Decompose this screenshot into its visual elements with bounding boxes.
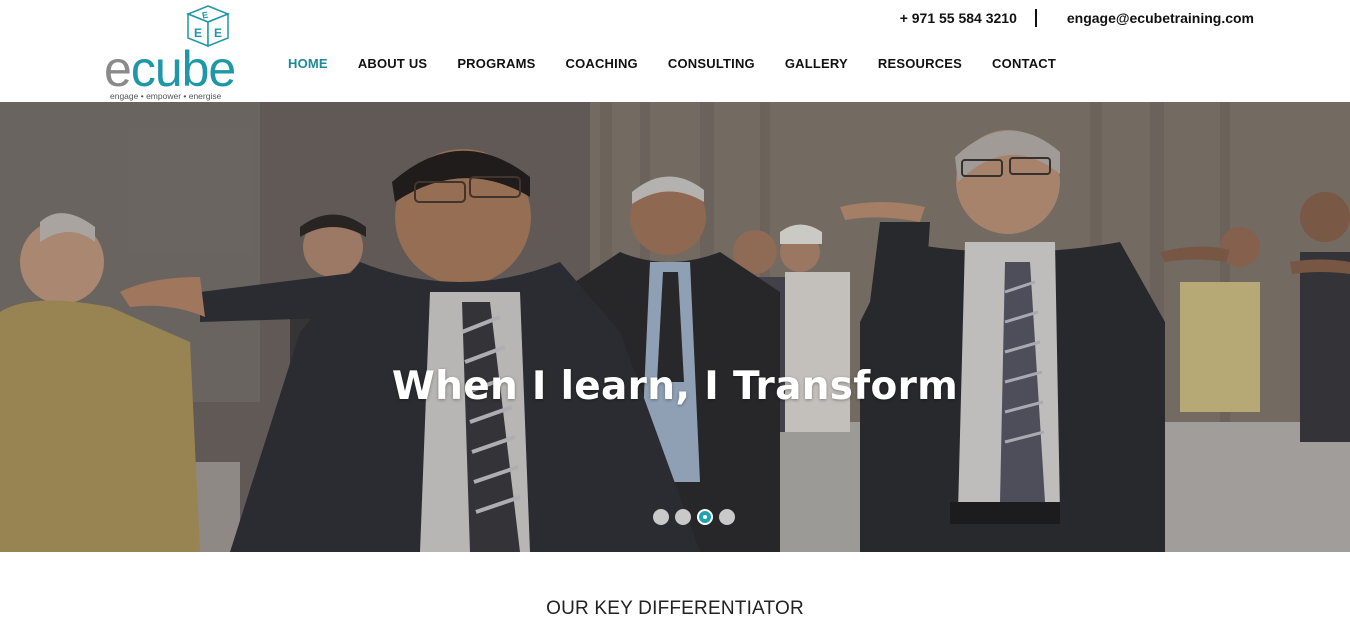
- nav-item-resources[interactable]: RESOURCES: [878, 56, 962, 72]
- main-nav: HOME ABOUT US PROGRAMS COACHING CONSULTI…: [288, 56, 1086, 72]
- nav-item-about-us[interactable]: ABOUT US: [358, 56, 428, 72]
- nav-item-contact[interactable]: CONTACT: [992, 56, 1056, 72]
- slider-dot-4[interactable]: [719, 509, 735, 525]
- svg-text:E: E: [214, 26, 222, 40]
- svg-text:E: E: [194, 26, 202, 40]
- hero-overlay: [0, 102, 1350, 552]
- logo-wordmark: ecube: [104, 41, 236, 97]
- logo-rest: cube: [130, 41, 236, 97]
- ecube-logo[interactable]: E E E ecube engage • empower • energise: [104, 4, 246, 102]
- slider-dots: [653, 509, 735, 525]
- hero-title: When I learn, I Transform: [391, 364, 959, 409]
- nav-item-coaching[interactable]: COACHING: [565, 56, 637, 72]
- contact-divider: [1034, 9, 1037, 27]
- logo-prefix: e: [104, 41, 132, 97]
- nav-item-home[interactable]: HOME: [288, 56, 328, 72]
- nav-item-programs[interactable]: PROGRAMS: [457, 56, 535, 72]
- logo-tagline: engage • empower • energise: [110, 91, 222, 101]
- slider-dot-2[interactable]: [675, 509, 691, 525]
- site-header: E E E ecube engage • empower • energise …: [0, 0, 1350, 102]
- nav-item-gallery[interactable]: GALLERY: [785, 56, 848, 72]
- nav-item-consulting[interactable]: CONSULTING: [668, 56, 755, 72]
- section-heading: OUR KEY DIFFERENTIATOR: [546, 598, 804, 619]
- hero-slider: When I learn, I Transform: [0, 102, 1350, 552]
- phone-number[interactable]: + 971 55 584 3210: [900, 10, 1017, 26]
- contact-bar: + 971 55 584 3210 engage@ecubetraining.c…: [900, 8, 1254, 28]
- email-link[interactable]: engage@ecubetraining.com: [1067, 10, 1254, 26]
- slider-dot-1[interactable]: [653, 509, 669, 525]
- slider-dot-3[interactable]: [697, 509, 713, 525]
